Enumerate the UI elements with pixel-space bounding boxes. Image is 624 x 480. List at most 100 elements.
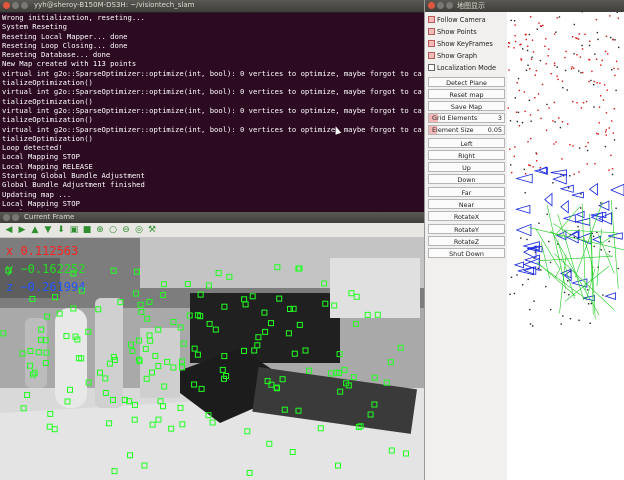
map-viewer-panel[interactable]: 地图显示 Follow Camera Show Points Show KeyF… bbox=[424, 0, 624, 480]
map-3d-canvas[interactable] bbox=[507, 0, 624, 480]
checkbox-show-graph[interactable]: Show Graph bbox=[428, 51, 506, 62]
map-point bbox=[578, 70, 580, 72]
map-point bbox=[553, 101, 556, 104]
grid-elements-slider[interactable]: Grid Elements 3 bbox=[428, 113, 505, 123]
map-point bbox=[553, 62, 556, 64]
zoom-fit-icon[interactable]: ◎ bbox=[134, 225, 144, 235]
map-point bbox=[560, 323, 562, 325]
checkbox-localization-mode[interactable]: Localization Mode bbox=[428, 63, 506, 74]
keyframe-frustum bbox=[515, 223, 532, 237]
keyframe-frustum bbox=[588, 182, 598, 196]
map-point bbox=[524, 110, 526, 113]
map-point bbox=[580, 193, 582, 195]
map-point bbox=[521, 122, 524, 124]
up-button[interactable]: Up bbox=[428, 162, 505, 172]
map-point bbox=[617, 17, 619, 19]
save-icon[interactable]: ■ bbox=[82, 225, 92, 235]
near-button[interactable]: Near bbox=[428, 199, 505, 209]
map-point bbox=[534, 97, 536, 99]
checkbox-icon[interactable] bbox=[428, 64, 435, 71]
minimize-icon[interactable] bbox=[12, 214, 19, 221]
save-map-button[interactable]: Save Map bbox=[428, 101, 505, 111]
element-size-slider[interactable]: Element Size 0.05 bbox=[428, 125, 505, 135]
map-point bbox=[608, 127, 610, 129]
arrow-up-icon[interactable]: ▲ bbox=[30, 225, 40, 235]
map-point bbox=[611, 120, 613, 122]
terminal-line: Reseting Local Mapper... done bbox=[2, 31, 128, 41]
checkbox-icon[interactable] bbox=[428, 52, 435, 59]
rotate-x-button[interactable]: RotateX bbox=[428, 211, 505, 221]
right-button[interactable]: Right bbox=[428, 150, 505, 160]
frame-titlebar[interactable]: Current Frame bbox=[0, 212, 424, 223]
map-point bbox=[608, 240, 610, 243]
map-point bbox=[531, 39, 534, 41]
map-point bbox=[578, 147, 581, 149]
zoom-in-icon[interactable]: ⊕ bbox=[95, 225, 105, 235]
map-point bbox=[538, 222, 540, 224]
map-point bbox=[523, 91, 526, 93]
map-point bbox=[573, 23, 575, 26]
map-point bbox=[514, 97, 516, 99]
down-button[interactable]: Down bbox=[428, 174, 505, 184]
keyframe-frustum bbox=[514, 204, 531, 214]
arrow-down-icon[interactable]: ▼ bbox=[43, 225, 53, 235]
map-point bbox=[617, 267, 619, 270]
maximize-icon[interactable] bbox=[446, 2, 453, 9]
map-point bbox=[544, 45, 546, 47]
zoom-reset-icon[interactable]: ○ bbox=[108, 225, 118, 235]
graph-edge bbox=[546, 204, 566, 289]
map-point bbox=[539, 59, 542, 62]
arrow-left-icon[interactable]: ◀ bbox=[4, 225, 14, 235]
map-point bbox=[585, 145, 587, 148]
map-point bbox=[567, 123, 569, 125]
map-titlebar[interactable]: 地图显示 bbox=[425, 0, 624, 12]
map-point bbox=[613, 67, 615, 70]
checkbox-icon[interactable] bbox=[428, 16, 435, 23]
checkbox-follow-camera[interactable]: Follow Camera bbox=[428, 15, 506, 26]
minimize-icon[interactable] bbox=[12, 2, 19, 9]
rotate-y-button[interactable]: RotateY bbox=[428, 224, 505, 234]
coord-x: x 0.112563 bbox=[6, 244, 78, 258]
shut-down-button[interactable]: Shut Down bbox=[428, 248, 505, 258]
properties-icon[interactable]: ⚒ bbox=[147, 225, 157, 235]
terminal-window[interactable]: yyh@sheroy-B150M-DS3H: ~/visiontech_slam… bbox=[0, 0, 424, 212]
arrow-right-icon[interactable]: ▶ bbox=[17, 225, 27, 235]
image-icon[interactable]: ▣ bbox=[69, 225, 79, 235]
far-button[interactable]: Far bbox=[428, 187, 505, 197]
covisibility-graph bbox=[528, 199, 624, 320]
map-point bbox=[602, 99, 605, 101]
rotate-z-button[interactable]: RotateZ bbox=[428, 236, 505, 246]
terminal-output[interactable]: Wrong initialization, reseting... System … bbox=[2, 13, 422, 210]
checkbox-show-keyframes[interactable]: Show KeyFrames bbox=[428, 39, 506, 50]
left-button[interactable]: Left bbox=[428, 138, 505, 148]
checkbox-show-points[interactable]: Show Points bbox=[428, 27, 506, 38]
current-frame-window[interactable]: Current Frame ◀ ▶ ▲ ▼ ⬇ ▣ ■ ⊕ ○ ⊖ ◎ ⚒ x 0.112563 y … bbox=[0, 212, 424, 480]
reset-map-button[interactable]: Reset map bbox=[428, 89, 505, 99]
map-point bbox=[611, 168, 614, 170]
checkbox-icon[interactable] bbox=[428, 28, 435, 35]
map-point bbox=[597, 133, 599, 135]
map-point bbox=[537, 93, 540, 95]
zoom-out-icon[interactable]: ⊖ bbox=[121, 225, 131, 235]
detect-plane-button[interactable]: Detect Plane bbox=[428, 77, 505, 87]
map-point bbox=[526, 238, 528, 241]
checkbox-icon[interactable] bbox=[428, 40, 435, 47]
map-point bbox=[523, 168, 525, 171]
map-point bbox=[530, 137, 532, 140]
map-point bbox=[572, 36, 574, 38]
close-icon[interactable] bbox=[3, 214, 10, 221]
keyframe-frustum bbox=[604, 292, 616, 300]
minimize-icon[interactable] bbox=[437, 2, 444, 9]
arrow-down-alt-icon[interactable]: ⬇ bbox=[56, 225, 66, 235]
map-point bbox=[612, 39, 614, 41]
map-point bbox=[572, 100, 574, 103]
terminal-titlebar[interactable]: yyh@sheroy-B150M-DS3H: ~/visiontech_slam bbox=[0, 0, 424, 13]
map-point bbox=[605, 129, 607, 131]
map-point bbox=[587, 303, 590, 305]
map-point bbox=[525, 38, 527, 41]
close-icon[interactable] bbox=[3, 2, 10, 9]
terminal-line: virtual int g2o::SparseOptimizer::optimi… bbox=[2, 124, 422, 134]
maximize-icon[interactable] bbox=[21, 2, 28, 9]
map-point bbox=[594, 163, 596, 165]
close-icon[interactable] bbox=[428, 2, 435, 9]
